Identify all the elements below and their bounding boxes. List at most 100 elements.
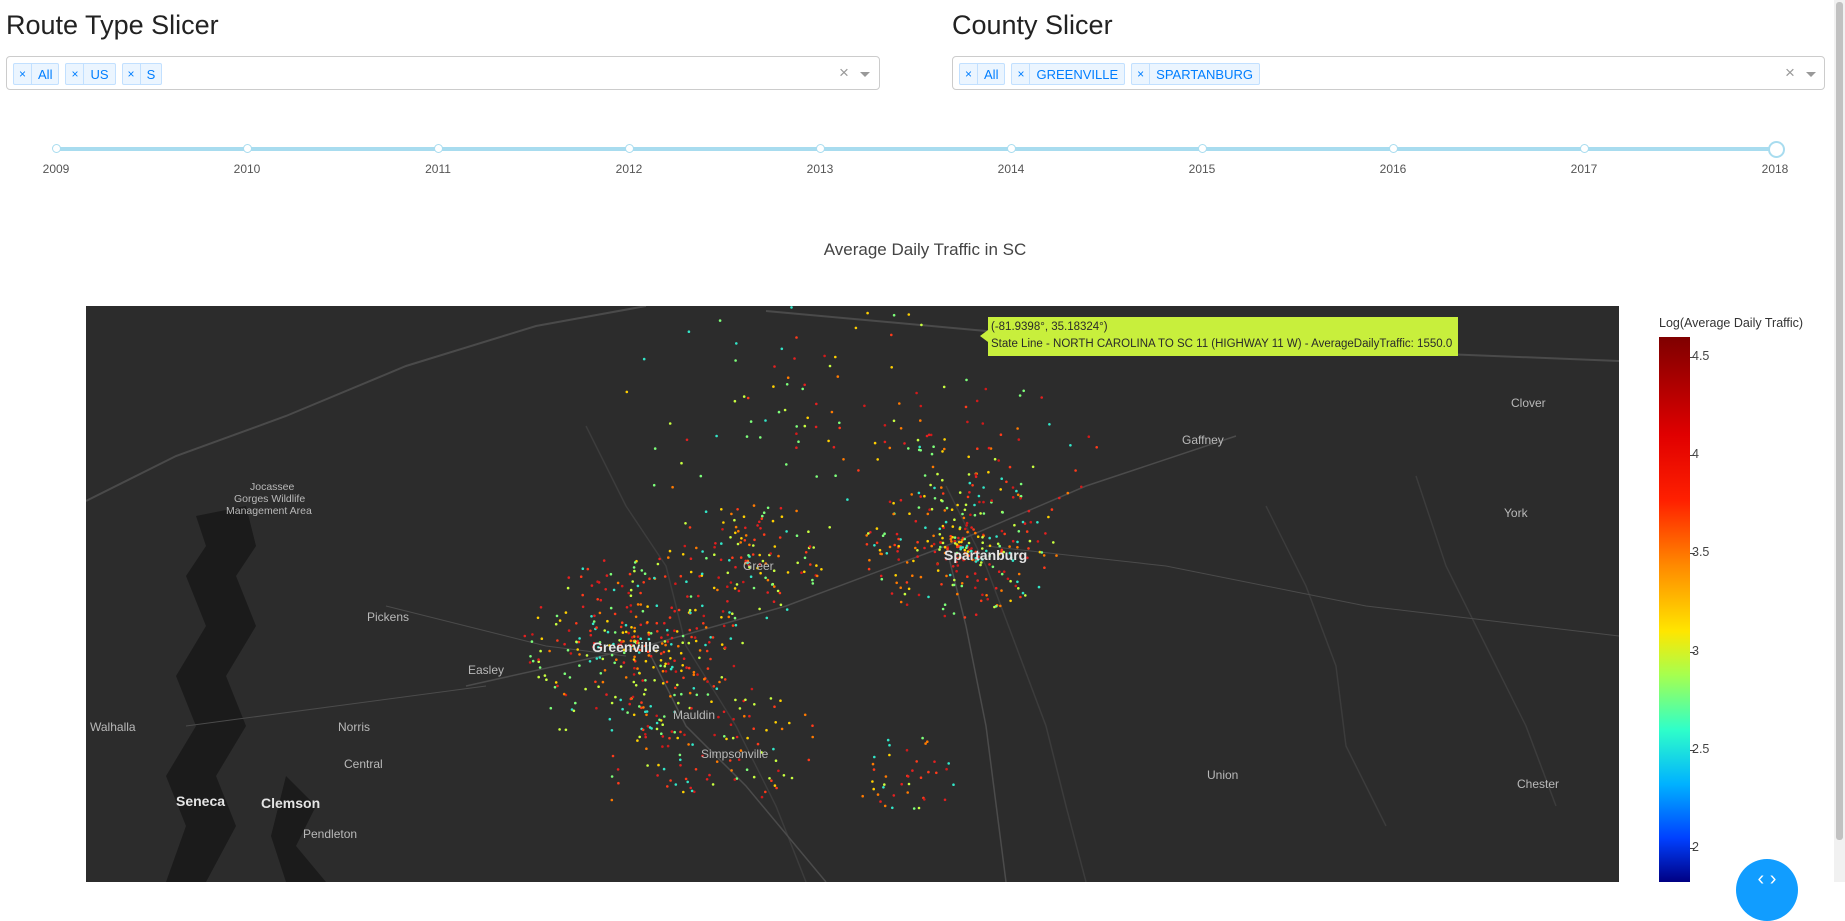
traffic-point[interactable] [1008,465,1012,469]
traffic-point[interactable] [634,684,638,687]
traffic-point[interactable] [667,649,671,653]
traffic-point[interactable] [735,735,739,739]
traffic-point[interactable] [800,571,803,574]
traffic-point[interactable] [888,545,892,549]
traffic-point[interactable] [883,783,886,786]
traffic-point[interactable] [575,640,578,644]
traffic-point[interactable] [602,559,606,562]
traffic-point[interactable] [680,461,683,465]
traffic-point[interactable] [744,526,747,530]
traffic-point[interactable] [944,520,948,524]
traffic-point[interactable] [613,631,617,634]
traffic-point[interactable] [742,515,746,518]
traffic-point[interactable] [974,613,978,616]
traffic-point[interactable] [958,527,962,531]
traffic-point[interactable] [815,564,818,567]
traffic-point[interactable] [972,528,975,531]
traffic-point[interactable] [919,449,922,452]
traffic-point[interactable] [953,578,956,582]
traffic-point[interactable] [777,769,780,773]
traffic-point[interactable] [1000,572,1004,576]
traffic-point[interactable] [974,473,977,476]
traffic-point[interactable] [706,667,710,670]
year-mark-label[interactable]: 2017 [1571,162,1598,176]
traffic-point[interactable] [686,595,689,598]
traffic-point[interactable] [1018,394,1022,397]
traffic-point[interactable] [945,574,948,578]
traffic-point[interactable] [627,591,630,595]
traffic-point[interactable] [790,776,794,780]
traffic-point[interactable] [677,701,680,705]
traffic-point[interactable] [697,594,700,598]
traffic-point[interactable] [906,791,909,794]
traffic-point[interactable] [632,658,636,661]
traffic-point[interactable] [715,687,719,690]
traffic-point[interactable] [674,686,677,690]
traffic-point[interactable] [664,643,667,647]
traffic-point[interactable] [812,546,815,549]
chevron-down-icon[interactable] [1806,72,1816,77]
traffic-point[interactable] [721,528,724,531]
traffic-point[interactable] [778,591,782,595]
traffic-point[interactable] [693,636,697,639]
traffic-point[interactable] [689,611,692,615]
traffic-point[interactable] [830,410,834,414]
traffic-point[interactable] [647,633,651,636]
traffic-point[interactable] [578,664,581,667]
traffic-point[interactable] [1000,477,1003,480]
traffic-point[interactable] [566,586,570,590]
traffic-point[interactable] [974,475,978,479]
traffic-point[interactable] [668,736,671,740]
traffic-point[interactable] [780,515,784,518]
traffic-point[interactable] [961,512,964,516]
traffic-point[interactable] [926,512,930,516]
traffic-point[interactable] [609,606,613,610]
traffic-point[interactable] [549,706,553,710]
traffic-point[interactable] [873,441,877,445]
traffic-point[interactable] [694,608,697,612]
traffic-point[interactable] [923,798,926,801]
traffic-point[interactable] [673,693,676,697]
traffic-point[interactable] [685,438,689,442]
traffic-point[interactable] [752,775,756,779]
traffic-point[interactable] [741,641,744,645]
traffic-point[interactable] [769,552,772,555]
traffic-point[interactable] [919,495,922,498]
traffic-point[interactable] [777,410,781,414]
traffic-point[interactable] [606,619,609,623]
traffic-point[interactable] [723,678,727,681]
traffic-point[interactable] [595,706,598,710]
traffic-point[interactable] [605,693,608,696]
traffic-point[interactable] [728,611,731,614]
traffic-point[interactable] [773,585,776,588]
traffic-point[interactable] [941,536,944,540]
traffic-point[interactable] [731,624,735,627]
traffic-point[interactable] [969,513,972,517]
traffic-point[interactable] [652,666,655,669]
traffic-point[interactable] [742,580,745,584]
year-slider-dot[interactable] [1389,144,1398,153]
traffic-point[interactable] [729,637,733,640]
traffic-point[interactable] [1017,438,1021,441]
year-slider-dot[interactable] [1007,144,1016,153]
traffic-point[interactable] [733,778,737,781]
traffic-point[interactable] [706,693,710,696]
remove-route-us-button[interactable]: × [66,64,85,84]
traffic-point[interactable] [744,698,747,702]
traffic-point[interactable] [1011,539,1015,543]
traffic-point[interactable] [711,636,715,639]
traffic-point[interactable] [685,666,688,669]
traffic-point[interactable] [999,488,1002,491]
traffic-point[interactable] [660,642,664,645]
traffic-point[interactable] [986,597,989,601]
traffic-point[interactable] [984,387,988,391]
year-mark-label[interactable]: 2016 [1380,162,1407,176]
traffic-point[interactable] [664,670,668,673]
traffic-point[interactable] [664,662,667,666]
traffic-point[interactable] [589,629,592,633]
traffic-point[interactable] [1031,465,1035,469]
traffic-point[interactable] [775,786,778,790]
traffic-point[interactable] [639,603,643,606]
traffic-point[interactable] [640,701,643,704]
traffic-point[interactable] [596,580,599,583]
